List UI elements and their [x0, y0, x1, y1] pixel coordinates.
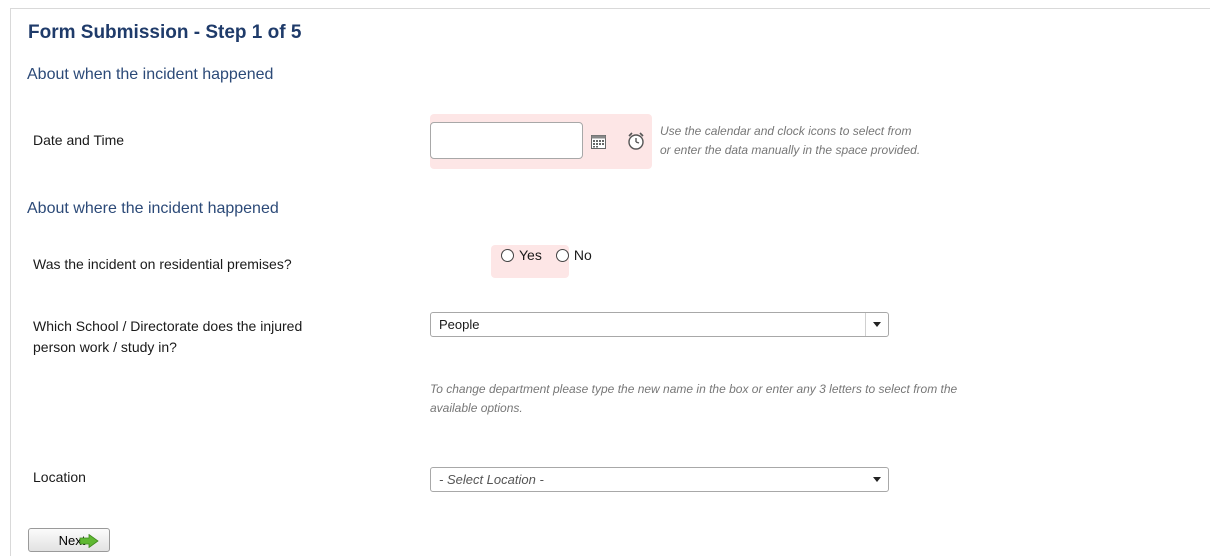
radio-no-label: No [573, 247, 592, 263]
school-label-line-1: Which School / Directorate does the inju… [33, 318, 303, 334]
date-time-input[interactable] [430, 122, 583, 159]
location-select[interactable]: - Select Location - [430, 467, 889, 492]
school-label-line-2: person work / study in? [33, 339, 177, 355]
residential-radio-group: Yes No [501, 247, 592, 263]
chevron-down-icon [873, 477, 881, 482]
school-dropdown-button[interactable] [865, 313, 888, 336]
school-hint: To change department please type the new… [430, 380, 957, 418]
calendar-icon[interactable] [591, 135, 606, 154]
school-hint-line-1: To change department please type the new… [430, 382, 958, 396]
next-button[interactable]: Next [28, 528, 110, 552]
location-label: Location [33, 469, 86, 485]
radio-button-icon[interactable] [555, 248, 569, 262]
school-select[interactable]: People [430, 312, 889, 337]
clock-icon[interactable] [626, 131, 646, 156]
section-heading-where: About where the incident happened [27, 200, 279, 217]
date-time-hint-line-2: or enter the data manually in the space … [660, 143, 921, 157]
school-hint-line-2: available options. [430, 401, 523, 415]
radio-yes-label: Yes [519, 247, 542, 263]
location-select-placeholder: - Select Location - [439, 472, 544, 487]
radio-button-icon[interactable] [501, 248, 514, 262]
date-time-label: Date and Time [33, 132, 125, 148]
residential-label: Was the incident on residential premises… [33, 256, 292, 272]
date-time-hint: Use the calendar and clock icons to sele… [660, 122, 920, 160]
location-dropdown-button[interactable] [866, 468, 888, 491]
chevron-down-icon [873, 322, 881, 327]
section-heading-when: About when the incident happened [27, 66, 274, 83]
page-title: Form Submission - Step 1 of 5 [28, 22, 302, 43]
residential-yes-radio[interactable]: Yes [501, 247, 542, 263]
residential-no-radio[interactable]: No [555, 247, 592, 263]
arrow-right-icon [79, 533, 99, 555]
date-time-hint-line-1: Use the calendar and clock icons to sele… [660, 124, 912, 138]
school-label: Which School / Directorate does the inju… [33, 316, 302, 358]
school-select-value: People [439, 317, 480, 332]
